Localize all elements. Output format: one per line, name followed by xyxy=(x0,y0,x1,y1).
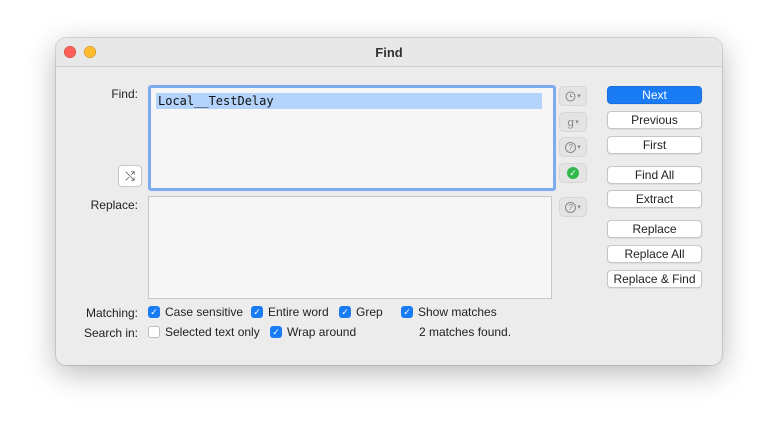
checkmark-icon: ✓ xyxy=(339,306,351,318)
unchecked-box-icon xyxy=(148,326,160,338)
grep-label: Grep xyxy=(356,305,383,319)
search-in-label: Search in: xyxy=(83,326,138,340)
previous-button[interactable]: Previous xyxy=(607,111,702,129)
help-icon: ? xyxy=(565,201,577,213)
wrap-around-label: Wrap around xyxy=(287,325,357,339)
chevron-down-icon: ▾ xyxy=(577,144,581,151)
find-selected-text: Local__TestDelay xyxy=(156,93,542,109)
entire-word-checkbox[interactable]: ✓ Entire word xyxy=(251,305,329,319)
checkmark-icon: ✓ xyxy=(148,306,160,318)
wrap-around-checkbox[interactable]: ✓ Wrap around xyxy=(270,325,356,339)
grep-pattern-icon: g xyxy=(567,115,575,129)
case-sensitive-label: Case sensitive xyxy=(165,305,244,319)
checkmark-icon: ✓ xyxy=(251,306,263,318)
find-help-button[interactable]: ? ▾ xyxy=(559,137,587,157)
replace-all-button[interactable]: Replace All xyxy=(607,245,702,263)
find-label: Find: xyxy=(111,87,138,101)
chevron-down-icon: ▾ xyxy=(575,119,579,126)
find-all-button[interactable]: Find All xyxy=(607,166,702,184)
entire-word-label: Entire word xyxy=(268,305,329,319)
selected-text-only-checkbox[interactable]: Selected text only xyxy=(148,325,260,339)
replace-text-field[interactable] xyxy=(148,196,552,299)
replace-and-find-button[interactable]: Replace & Find xyxy=(607,270,702,288)
replace-help-button[interactable]: ? ▾ xyxy=(559,197,587,217)
window-title: Find xyxy=(375,45,403,60)
chevron-down-icon: ▾ xyxy=(577,93,581,100)
show-matches-checkbox[interactable]: ✓ Show matches xyxy=(401,305,497,319)
next-button[interactable]: Next xyxy=(607,86,702,104)
clock-icon xyxy=(565,91,576,101)
matching-label: Matching: xyxy=(85,306,138,320)
find-text-field[interactable]: Local__TestDelay xyxy=(148,85,556,191)
find-window: Find Find: Local__TestDelay ⤭ ▾ g ▾ ? ▾ ✓ … xyxy=(56,38,722,365)
checkmark-icon: ✓ xyxy=(401,306,413,318)
checkmark-icon: ✓ xyxy=(270,326,282,338)
help-icon: ? xyxy=(565,141,577,153)
regex-toggle-button[interactable]: ⤭ xyxy=(118,165,142,187)
regex-toggle-icon: ⤭ xyxy=(125,169,135,183)
case-sensitive-checkbox[interactable]: ✓ Case sensitive xyxy=(148,305,243,319)
grep-pattern-button[interactable]: g ▾ xyxy=(559,112,587,132)
first-button[interactable]: First xyxy=(607,136,702,154)
match-status-text: 2 matches found. xyxy=(419,325,512,339)
show-matches-label: Show matches xyxy=(418,305,497,319)
grep-checkbox[interactable]: ✓ Grep xyxy=(339,305,383,319)
find-history-button[interactable]: ▾ xyxy=(559,86,587,106)
replace-label: Replace: xyxy=(90,198,138,212)
selected-text-only-label: Selected text only xyxy=(165,325,260,339)
checkmark-ok-icon: ✓ xyxy=(567,167,579,179)
replace-button[interactable]: Replace xyxy=(607,220,702,238)
extract-button[interactable]: Extract xyxy=(607,190,702,208)
pattern-status-indicator: ✓ xyxy=(559,163,587,183)
chevron-down-icon: ▾ xyxy=(577,204,581,211)
title-bar: Find xyxy=(56,38,722,67)
